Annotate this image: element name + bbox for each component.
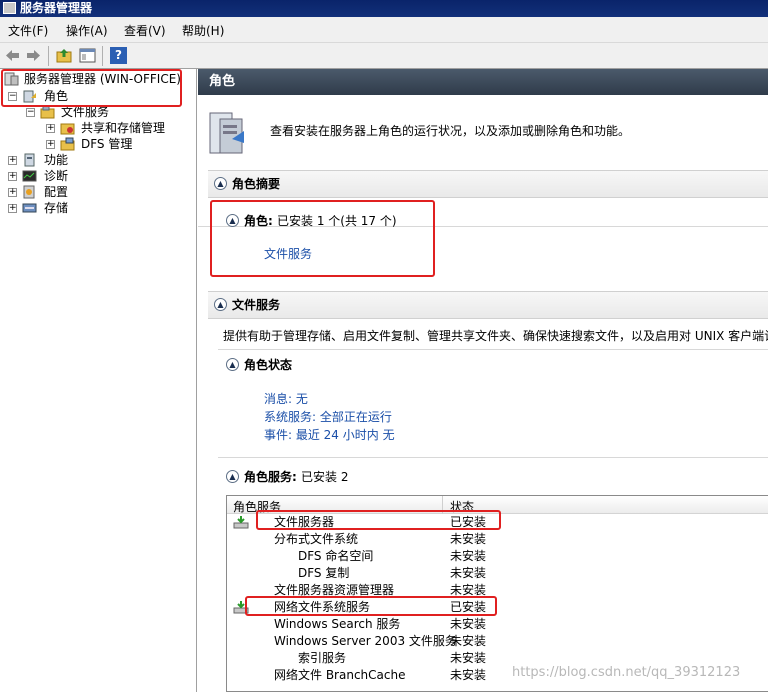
role-service-name: DFS 复制: [298, 566, 350, 580]
role-status-title: 角色状态: [244, 358, 293, 372]
server-roles-icon: [209, 112, 244, 154]
toolbar: ?: [0, 43, 768, 69]
file-services-icon: [40, 105, 55, 119]
section-title: 角色摘要: [232, 177, 281, 191]
features-icon: [24, 153, 35, 167]
dfs-icon: [60, 137, 75, 151]
file-services-description: 提供有助于管理存储、启用文件复制、管理共享文件夹、确保快速搜索文件，以及启用对 …: [223, 329, 768, 343]
role-service-name: DFS 命名空间: [298, 549, 374, 563]
role-service-name: 网络文件 BranchCache: [274, 668, 406, 682]
storage-icon: [22, 203, 37, 213]
status-system-services-link[interactable]: 系统服务: 全部正在运行: [264, 408, 392, 425]
section-title: 文件服务: [232, 298, 281, 312]
collapse-section-icon[interactable]: ▲: [214, 298, 227, 311]
pane-header: 角色: [198, 69, 768, 95]
window-title: 服务器管理器: [20, 1, 93, 15]
menu-file[interactable]: 文件(F): [8, 22, 48, 39]
tree-item-label: 共享和存储管理: [81, 121, 166, 135]
tree-item-label: 存储: [44, 201, 69, 215]
role-service-status: 未安装: [450, 634, 487, 648]
tree-item-label: 诊断: [44, 169, 69, 183]
expand-toggle[interactable]: +: [8, 156, 17, 165]
expand-toggle[interactable]: +: [8, 172, 17, 181]
server-manager-app-icon: [3, 2, 16, 14]
divider: [218, 349, 768, 350]
forward-arrow-icon[interactable]: [25, 47, 42, 64]
role-service-status: 未安装: [450, 566, 487, 580]
section-role-summary[interactable]: ▲ 角色摘要: [208, 170, 768, 198]
collapse-toggle[interactable]: −: [26, 108, 35, 117]
title-bar: 服务器管理器: [0, 0, 768, 17]
show-hide-console-tree-icon[interactable]: [79, 47, 96, 64]
role-service-status: 未安装: [450, 651, 487, 665]
role-service-status: 未安装: [450, 668, 487, 682]
expand-toggle[interactable]: +: [8, 188, 17, 197]
installed-icon: [233, 516, 249, 529]
role-service-status: 未安装: [450, 532, 487, 546]
expand-toggle[interactable]: +: [8, 204, 17, 213]
console-tree: 服务器管理器 (WIN-OFFICE) − 角色 − 文件服务 + 共享和存储管…: [0, 69, 197, 692]
status-messages-link[interactable]: 消息: 无: [264, 390, 308, 407]
up-folder-icon[interactable]: [56, 47, 73, 64]
toolbar-separator: [48, 46, 49, 66]
menu-bar: 文件(F) 操作(A) 查看(V) 帮助(H): [0, 17, 768, 43]
highlight-box: [210, 200, 435, 277]
menu-view[interactable]: 查看(V): [124, 22, 166, 39]
table-row[interactable]: 分布式文件系统 未安装: [227, 531, 768, 548]
role-service-status: 未安装: [450, 549, 487, 563]
role-service-name: Windows Server 2003 文件服务: [274, 634, 457, 648]
table-row[interactable]: DFS 复制 未安装: [227, 565, 768, 582]
collapse-section-icon[interactable]: ▲: [226, 470, 239, 483]
highlight-box: [245, 596, 497, 616]
intro-text: 查看安装在服务器上角色的运行状况，以及添加或删除角色和功能。: [270, 124, 631, 138]
role-service-status: 未安装: [450, 617, 487, 631]
role-services-summary: 角色服务: 已安装 2: [244, 470, 349, 484]
configuration-icon: [23, 185, 35, 199]
highlight-box: [256, 510, 501, 530]
highlight-box: [1, 69, 182, 107]
diagnostics-icon: [22, 170, 37, 182]
menu-action[interactable]: 操作(A): [66, 22, 108, 39]
expand-toggle[interactable]: +: [46, 124, 55, 133]
table-row[interactable]: Windows Server 2003 文件服务 未安装: [227, 633, 768, 650]
share-storage-icon: [60, 123, 75, 135]
table-row[interactable]: DFS 命名空间 未安装: [227, 548, 768, 565]
table-row[interactable]: Windows Search 服务 未安装: [227, 616, 768, 633]
expand-toggle[interactable]: +: [46, 140, 55, 149]
section-file-services[interactable]: ▲ 文件服务: [208, 291, 768, 319]
menu-help[interactable]: 帮助(H): [182, 22, 224, 39]
tree-item-label: DFS 管理: [81, 137, 133, 151]
role-service-name: 分布式文件系统: [274, 532, 359, 546]
role-service-name: Windows Search 服务: [274, 617, 401, 631]
collapse-section-icon[interactable]: ▲: [226, 358, 239, 371]
role-service-name: 索引服务: [298, 651, 347, 665]
tree-item-label: 功能: [44, 153, 69, 167]
tree-item-label: 配置: [44, 185, 69, 199]
divider: [218, 457, 768, 458]
help-button[interactable]: ?: [110, 47, 127, 64]
collapse-section-icon[interactable]: ▲: [214, 177, 227, 190]
status-events-link[interactable]: 事件: 最近 24 小时内 无: [264, 426, 395, 443]
watermark: https://blog.csdn.net/qq_39312123: [512, 665, 741, 680]
toolbar-separator: [102, 46, 103, 66]
back-arrow-icon[interactable]: [4, 47, 21, 64]
